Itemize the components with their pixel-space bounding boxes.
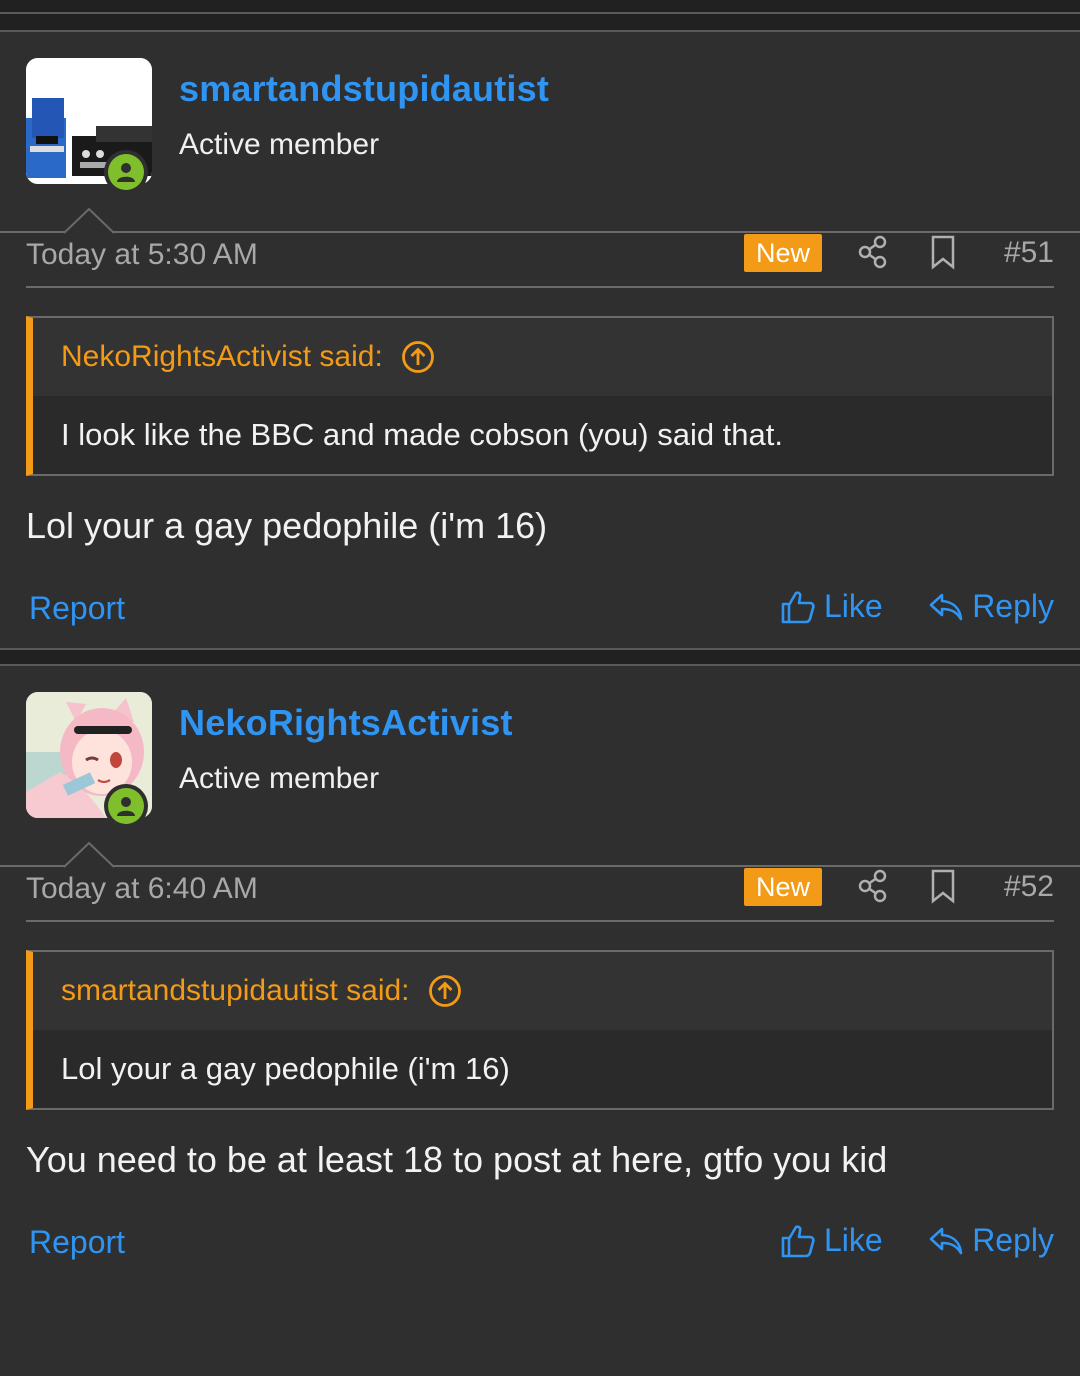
report-button[interactable]: Report	[29, 1224, 125, 1261]
quote-header[interactable]: NekoRightsActivist said:	[33, 318, 1052, 396]
reply-label: Reply	[972, 588, 1054, 624]
like-label: Like	[824, 588, 883, 624]
reply-label: Reply	[972, 1222, 1054, 1258]
thumbs-up-icon	[781, 590, 815, 623]
like-label: Like	[824, 1222, 883, 1258]
reply-button[interactable]: Reply	[928, 1222, 1054, 1259]
jump-to-quote-icon[interactable]	[428, 974, 462, 1008]
post-52: NekoRightsActivist Active member Today a…	[0, 666, 1080, 1282]
top-divider	[0, 0, 1080, 32]
reply-icon	[929, 593, 963, 620]
user-block: NekoRightsActivist Active member	[0, 666, 1080, 868]
thumbs-up-icon	[781, 1224, 815, 1257]
user-title: Active member	[179, 762, 380, 795]
reply-button[interactable]: Reply	[928, 588, 1054, 625]
username[interactable]: NekoRightsActivist	[179, 702, 513, 744]
share-icon[interactable]	[858, 234, 888, 270]
quote-header[interactable]: smartandstupidautist said:	[33, 952, 1052, 1030]
new-badge: New	[744, 868, 822, 906]
like-button[interactable]: Like	[780, 588, 883, 625]
quote-author[interactable]: NekoRightsActivist said:	[61, 340, 383, 374]
post-51: smartandstupidautist Active member Today…	[0, 32, 1080, 648]
user-title: Active member	[179, 128, 380, 161]
online-status-icon	[104, 784, 148, 828]
report-button[interactable]: Report	[29, 590, 125, 627]
post-date[interactable]: Today at 6:40 AM	[26, 872, 258, 906]
quote-block: smartandstupidautist said: Lol your a ga…	[26, 950, 1054, 1110]
bookmark-icon[interactable]	[930, 868, 956, 904]
quote-block: NekoRightsActivist said: I look like the…	[26, 316, 1054, 476]
post-number[interactable]: #51	[1004, 236, 1054, 270]
post-date[interactable]: Today at 5:30 AM	[26, 238, 258, 272]
quote-text: Lol your a gay pedophile (i'm 16)	[33, 1030, 1052, 1108]
jump-to-quote-icon[interactable]	[401, 340, 435, 374]
post-actions: Report Like Reply	[26, 1182, 1054, 1282]
quote-text: I look like the BBC and made cobson (you…	[33, 396, 1052, 474]
like-button[interactable]: Like	[780, 1222, 883, 1259]
post-actions: Report Like Reply	[26, 548, 1054, 648]
post-meta: Today at 5:30 AM New #51	[26, 204, 1054, 288]
online-status-icon	[104, 150, 148, 194]
share-icon[interactable]	[858, 868, 888, 904]
post-separator	[0, 648, 1080, 666]
post-number[interactable]: #52	[1004, 870, 1054, 904]
post-meta: Today at 6:40 AM New #52	[26, 838, 1054, 922]
reply-icon	[929, 1227, 963, 1254]
quote-author[interactable]: smartandstupidautist said:	[61, 974, 410, 1008]
bookmark-icon[interactable]	[930, 234, 956, 270]
user-block: smartandstupidautist Active member	[0, 32, 1080, 234]
new-badge: New	[744, 234, 822, 272]
username[interactable]: smartandstupidautist	[179, 68, 549, 110]
post-body: You need to be at least 18 to post at he…	[26, 1139, 888, 1180]
post-body: Lol your a gay pedophile (i'm 16)	[26, 505, 548, 546]
